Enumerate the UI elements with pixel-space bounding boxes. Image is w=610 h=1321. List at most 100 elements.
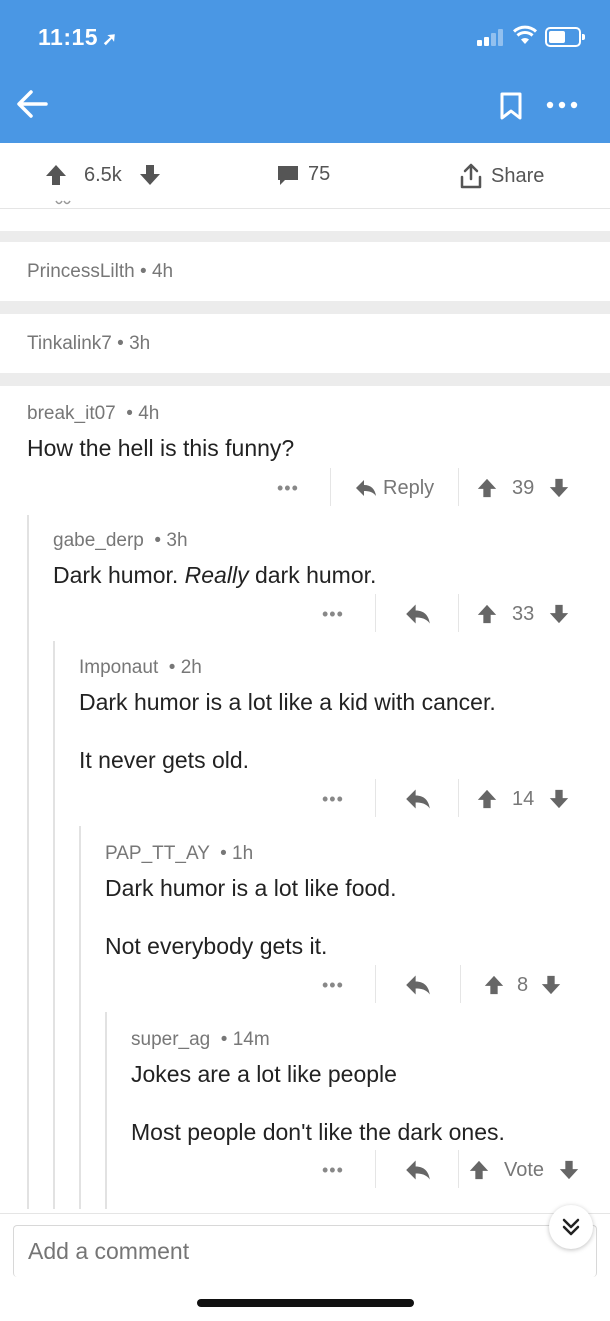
downvote-icon[interactable] xyxy=(548,788,570,810)
meta-dot: • xyxy=(121,403,139,424)
collapsed-comment[interactable]: Tinkalink7 • 3h xyxy=(0,314,610,373)
bookmark-icon[interactable] xyxy=(498,92,524,120)
comment-author[interactable]: Imponaut xyxy=(79,657,158,678)
more-options-icon[interactable]: ••• xyxy=(322,604,344,625)
comment-score: 33 xyxy=(512,602,535,625)
reply-button[interactable] xyxy=(405,603,431,625)
comment-author[interactable]: gabe_derp xyxy=(53,530,144,551)
more-icon[interactable] xyxy=(544,92,580,118)
comment-actions: ••• Reply 39 xyxy=(0,468,610,506)
comment-body: It never gets old. xyxy=(79,747,250,773)
comment-age: 4h xyxy=(151,260,174,282)
battery-icon xyxy=(545,27,585,47)
comment-text: Dark humor. xyxy=(53,562,185,588)
upvote-icon[interactable] xyxy=(476,477,498,499)
reply-button[interactable] xyxy=(405,974,431,996)
comment: gabe_derp • 3h Dark humor. Really dark h… xyxy=(53,530,376,590)
downvote-icon[interactable] xyxy=(548,603,570,625)
vote-group: 33 xyxy=(476,603,570,626)
comment-age: 4h xyxy=(138,403,160,424)
more-options-icon[interactable]: ••• xyxy=(322,975,344,996)
comment-author[interactable]: super_ag xyxy=(131,1029,210,1050)
divider xyxy=(375,1150,376,1188)
vote-group: 14 xyxy=(476,788,570,811)
share-button[interactable]: Share xyxy=(459,163,544,189)
thread-line xyxy=(53,641,55,1209)
comment-actions: ••• 33 xyxy=(0,594,610,632)
separator xyxy=(0,231,610,242)
downvote-icon[interactable] xyxy=(540,974,562,996)
divider xyxy=(330,468,331,506)
comments-count-button[interactable]: 75 xyxy=(276,163,330,186)
upvote-icon[interactable] xyxy=(44,163,68,187)
comment-icon xyxy=(278,165,298,185)
divider xyxy=(458,594,459,632)
location-arrow-icon: ➚ xyxy=(102,29,118,49)
more-options-icon[interactable]: ••• xyxy=(322,789,344,810)
downvote-icon[interactable] xyxy=(548,477,570,499)
comment-meta: PAP_TT_AY • 1h xyxy=(105,843,396,865)
divider xyxy=(375,594,376,632)
divider xyxy=(460,965,461,1003)
divider xyxy=(458,779,459,817)
reply-icon xyxy=(406,604,430,624)
share-label: Share xyxy=(491,164,545,187)
status-time: 11:15 ➚ xyxy=(38,24,118,51)
comment-actions: ••• Vote xyxy=(0,1150,610,1188)
top-bar: 11:15 ➚ xyxy=(0,0,610,143)
comment-actions: ••• 14 xyxy=(0,779,610,817)
comment-age: 3h xyxy=(166,530,188,551)
meta-dot: • xyxy=(214,843,233,864)
upvote-icon[interactable] xyxy=(468,1159,490,1181)
comment-age: 14m xyxy=(232,1029,270,1050)
comment-age: 3h xyxy=(129,332,151,354)
upvote-icon[interactable] xyxy=(476,603,498,625)
divider xyxy=(458,1150,459,1188)
reply-icon xyxy=(406,975,430,995)
comment-emphasis: Really xyxy=(184,562,249,588)
comment-body: Dark humor. Really dark humor. xyxy=(53,560,376,590)
meta-dot: • xyxy=(134,260,152,282)
wifi-icon xyxy=(512,25,538,44)
comment: break_it07 • 4h How the hell is this fun… xyxy=(27,403,294,463)
comment: Imponaut • 2h Dark humor is a lot like a… xyxy=(79,657,496,775)
vote-label: Vote xyxy=(504,1158,545,1181)
comment-author[interactable]: PAP_TT_AY xyxy=(105,843,210,864)
reply-button[interactable] xyxy=(405,1159,431,1181)
comment-body: Not everybody gets it. xyxy=(105,933,328,959)
reply-icon xyxy=(356,480,376,496)
downvote-icon[interactable] xyxy=(558,1159,580,1181)
more-options-icon[interactable]: ••• xyxy=(322,1160,344,1181)
comment-author: PrincessLilth xyxy=(27,260,135,282)
divider xyxy=(458,468,459,506)
comment-score: 14 xyxy=(512,787,535,810)
double-chevron-down-icon xyxy=(562,1218,580,1236)
divider xyxy=(375,779,376,817)
scroll-down-button[interactable] xyxy=(549,1205,593,1249)
reply-button[interactable] xyxy=(405,788,431,810)
downvote-icon[interactable] xyxy=(138,163,162,187)
signal-icon xyxy=(477,28,507,46)
collapsed-comment[interactable]: PrincessLilth • 4h xyxy=(0,242,610,301)
time-label: 11:15 xyxy=(38,24,99,50)
comments-count: 75 xyxy=(308,163,331,185)
comment-body: Jokes are a lot like people xyxy=(131,1061,397,1087)
divider xyxy=(0,1213,610,1214)
upvote-icon[interactable] xyxy=(483,974,505,996)
back-arrow-icon[interactable] xyxy=(14,86,50,122)
comment-meta: gabe_derp • 3h xyxy=(53,530,376,552)
comment: super_ag • 14m Jokes are a lot like peop… xyxy=(131,1029,505,1147)
divider xyxy=(375,965,376,1003)
comment: PAP_TT_AY • 1h Dark humor is a lot like … xyxy=(105,843,396,961)
comment-author[interactable]: break_it07 xyxy=(27,403,116,424)
upvote-icon[interactable] xyxy=(476,788,498,810)
home-indicator xyxy=(197,1299,414,1307)
post-action-bar: 6.5k 75 Share xyxy=(0,143,610,209)
comment-age: 2h xyxy=(180,657,202,678)
reply-button[interactable]: Reply xyxy=(355,477,434,500)
vote-group: Vote xyxy=(468,1159,580,1182)
meta-dot: • xyxy=(149,530,167,551)
more-options-icon[interactable]: ••• xyxy=(277,478,299,499)
reply-icon xyxy=(406,1160,430,1180)
add-comment-input[interactable] xyxy=(13,1225,597,1277)
